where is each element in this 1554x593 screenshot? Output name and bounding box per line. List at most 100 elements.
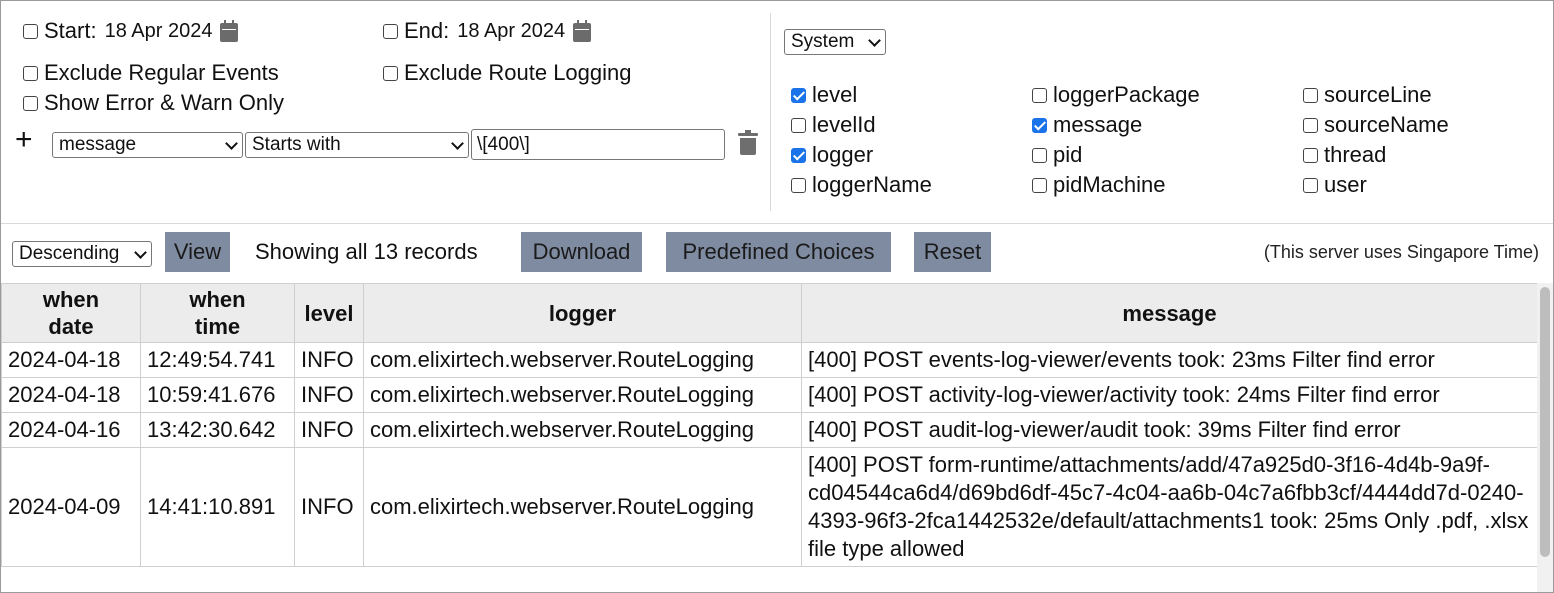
column-option-pid[interactable]: pid bbox=[1032, 142, 1082, 168]
chevron-down-icon bbox=[134, 245, 147, 259]
chevron-down-icon bbox=[868, 33, 881, 47]
cell-message: [400] POST form-runtime/attachments/add/… bbox=[801, 447, 1537, 567]
column-checkbox[interactable] bbox=[1303, 147, 1318, 163]
header-when-time[interactable]: when time bbox=[140, 283, 295, 343]
table-row[interactable]: 2024-04-18 10:59:41.676 INFO com.elixirt… bbox=[1, 377, 1537, 413]
header-text: time bbox=[194, 314, 241, 339]
column-option-pidmachine[interactable]: pidMachine bbox=[1032, 172, 1166, 198]
column-checkbox[interactable] bbox=[1032, 177, 1047, 193]
cell-time: 10:59:41.676 bbox=[140, 377, 295, 413]
column-option-user[interactable]: user bbox=[1303, 172, 1367, 198]
record-count: Showing all 13 records bbox=[255, 239, 478, 264]
cell-date: 2024-04-16 bbox=[1, 412, 141, 448]
log-viewer: Start: 18 Apr 2024 End: 18 Apr 2024 Excl… bbox=[0, 0, 1554, 593]
column-option-loggername[interactable]: loggerName bbox=[791, 172, 932, 198]
column-group-value: System bbox=[791, 31, 855, 52]
log-table-container: when date when time level logger message… bbox=[1, 283, 1537, 592]
column-option-sourcename[interactable]: sourceName bbox=[1303, 112, 1449, 138]
table-row[interactable]: 2024-04-09 14:41:10.891 INFO com.elixirt… bbox=[1, 447, 1537, 567]
exclude-regular-events-label: Exclude Regular Events bbox=[44, 60, 279, 85]
column-checkbox[interactable] bbox=[791, 117, 806, 133]
scrollbar-thumb[interactable] bbox=[1540, 287, 1550, 557]
cell-level: INFO bbox=[294, 377, 364, 413]
filter-value-input[interactable]: \[400\] bbox=[471, 129, 725, 160]
exclude-route-logging-checkbox[interactable] bbox=[383, 65, 398, 81]
column-checkbox[interactable] bbox=[791, 87, 806, 103]
table-row[interactable]: 2024-04-16 13:42:30.642 INFO com.elixirt… bbox=[1, 412, 1537, 448]
cell-logger: com.elixirtech.webserver.RouteLogging bbox=[363, 412, 802, 448]
end-date-value[interactable]: 18 Apr 2024 bbox=[457, 20, 565, 43]
column-option-message[interactable]: message bbox=[1032, 112, 1142, 138]
column-option-loggerpackage[interactable]: loggerPackage bbox=[1032, 82, 1200, 108]
calendar-icon[interactable] bbox=[220, 19, 239, 42]
column-checkbox[interactable] bbox=[1032, 87, 1047, 103]
predefined-choices-button[interactable]: Predefined Choices bbox=[666, 232, 891, 272]
cell-level: INFO bbox=[294, 447, 364, 567]
cell-logger: com.elixirtech.webserver.RouteLogging bbox=[363, 342, 802, 378]
cell-logger: com.elixirtech.webserver.RouteLogging bbox=[363, 447, 802, 567]
column-label: sourceLine bbox=[1324, 82, 1432, 107]
column-checkbox[interactable] bbox=[1303, 177, 1318, 193]
cell-time: 14:41:10.891 bbox=[140, 447, 295, 567]
column-checkbox[interactable] bbox=[1032, 147, 1047, 163]
log-table: when date when time level logger message… bbox=[1, 283, 1537, 567]
filter-operator-value: Starts with bbox=[252, 134, 341, 155]
cell-message: [400] POST activity-log-viewer/activity … bbox=[801, 377, 1537, 413]
filter-field-value: message bbox=[59, 134, 137, 155]
cell-date: 2024-04-18 bbox=[1, 377, 141, 413]
column-label: pidMachine bbox=[1053, 172, 1166, 197]
column-option-sourceline[interactable]: sourceLine bbox=[1303, 82, 1432, 108]
exclude-regular-events-option[interactable]: Exclude Regular Events bbox=[23, 60, 279, 86]
filter-field-select[interactable]: message bbox=[52, 132, 243, 158]
table-header-row: when date when time level logger message bbox=[1, 283, 1537, 343]
column-option-thread[interactable]: thread bbox=[1303, 142, 1386, 168]
cell-message: [400] POST events-log-viewer/events took… bbox=[801, 342, 1537, 378]
end-date-checkbox[interactable] bbox=[383, 23, 398, 39]
column-label: levelId bbox=[812, 112, 876, 137]
header-level[interactable]: level bbox=[294, 283, 364, 343]
chevron-down-icon bbox=[225, 136, 238, 150]
end-date-filter[interactable]: End: 18 Apr 2024 bbox=[383, 18, 592, 44]
add-filter-button[interactable]: + bbox=[15, 125, 33, 155]
column-label: message bbox=[1053, 112, 1143, 137]
exclude-route-logging-label: Exclude Route Logging bbox=[404, 60, 632, 85]
sort-order-select[interactable]: Descending bbox=[12, 241, 152, 267]
column-option-logger[interactable]: logger bbox=[791, 142, 873, 168]
column-checkbox[interactable] bbox=[1303, 117, 1318, 133]
column-option-level[interactable]: level bbox=[791, 82, 857, 108]
start-date-filter[interactable]: Start: 18 Apr 2024 bbox=[23, 18, 239, 44]
download-button[interactable]: Download bbox=[521, 232, 642, 272]
column-checkbox[interactable] bbox=[1032, 117, 1047, 133]
column-checkbox[interactable] bbox=[1303, 87, 1318, 103]
filter-panel: Start: 18 Apr 2024 End: 18 Apr 2024 Excl… bbox=[1, 1, 1553, 224]
table-scrollbar[interactable] bbox=[1537, 283, 1553, 592]
filter-operator-select[interactable]: Starts with bbox=[245, 132, 469, 158]
start-label: Start: bbox=[44, 18, 97, 43]
column-checkbox[interactable] bbox=[791, 177, 806, 193]
calendar-icon[interactable] bbox=[573, 19, 592, 42]
column-label: loggerName bbox=[812, 172, 932, 197]
start-date-value[interactable]: 18 Apr 2024 bbox=[105, 20, 213, 43]
header-logger[interactable]: logger bbox=[363, 283, 802, 343]
start-date-checkbox[interactable] bbox=[23, 23, 38, 39]
header-text: date bbox=[48, 314, 94, 339]
cell-date: 2024-04-09 bbox=[1, 447, 141, 567]
trash-icon[interactable] bbox=[738, 130, 758, 156]
filter-value-text: \[400\] bbox=[477, 133, 530, 155]
exclude-route-logging-option[interactable]: Exclude Route Logging bbox=[383, 60, 632, 86]
view-button[interactable]: View bbox=[165, 232, 230, 272]
column-option-levelid[interactable]: levelId bbox=[791, 112, 876, 138]
header-message[interactable]: message bbox=[801, 283, 1537, 343]
header-when-date[interactable]: when date bbox=[1, 283, 141, 343]
cell-time: 13:42:30.642 bbox=[140, 412, 295, 448]
error-warn-only-checkbox[interactable] bbox=[23, 95, 38, 111]
column-checkbox[interactable] bbox=[791, 147, 806, 163]
cell-level: INFO bbox=[294, 342, 364, 378]
exclude-regular-events-checkbox[interactable] bbox=[23, 65, 38, 81]
reset-button[interactable]: Reset bbox=[914, 232, 991, 272]
table-row[interactable]: 2024-04-18 12:49:54.741 INFO com.elixirt… bbox=[1, 342, 1537, 378]
column-group-select[interactable]: System bbox=[784, 29, 886, 55]
column-label: thread bbox=[1324, 142, 1387, 167]
error-warn-only-option[interactable]: Show Error & Warn Only bbox=[23, 90, 284, 116]
column-label: loggerPackage bbox=[1053, 82, 1200, 107]
